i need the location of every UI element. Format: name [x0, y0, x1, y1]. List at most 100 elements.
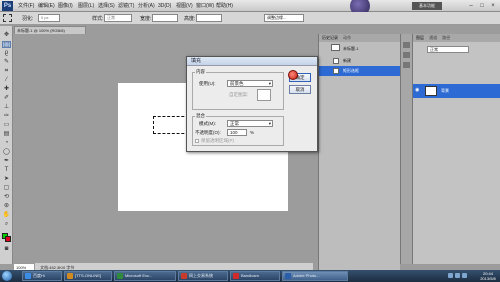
gradient-tool-icon[interactable]: ▤ [2, 131, 11, 138]
history-item[interactable]: 新建 [319, 56, 400, 66]
chevron-down-icon: ▾ [268, 81, 271, 86]
eyedropper-tool-icon[interactable]: ⁄ [2, 77, 11, 84]
height-input[interactable] [196, 14, 222, 22]
taskbar-item[interactable]: 百度Hi [22, 271, 62, 281]
marquee-tool-icon[interactable] [3, 14, 12, 22]
history-panel: 历史记录 动作 未标题-1 新建 矩形选框 [318, 34, 400, 274]
start-button[interactable] [2, 271, 12, 281]
use-label: 使用(U): [199, 81, 216, 86]
history-panel-tabs[interactable]: 历史记录 动作 [319, 34, 400, 42]
minimize-icon[interactable]: – [466, 2, 476, 10]
app-icon [25, 273, 31, 279]
close-icon[interactable]: × [488, 2, 498, 10]
custom-pattern-label: 自定图案: [229, 92, 249, 97]
tab-layers[interactable]: 图层 [416, 35, 424, 40]
rectangle-selection [153, 116, 189, 134]
pen-tool-icon[interactable]: ✒ [2, 158, 11, 165]
opacity-input[interactable]: 100 [227, 129, 247, 136]
menu-select[interactable]: 选择(S) [98, 2, 115, 10]
3d-rotate-tool-icon[interactable]: ⟲ [2, 194, 11, 201]
rect-marquee-tool-icon[interactable]: ⬚ [2, 41, 11, 48]
feather-input[interactable]: 0 px [38, 14, 60, 22]
tab-channels[interactable]: 通道 [429, 35, 437, 40]
taskbar-item[interactable]: [TTS-ONLINE] [64, 271, 112, 281]
use-select[interactable]: 前景色 ▾ [227, 80, 273, 87]
menu-view[interactable]: 视图(V) [176, 2, 193, 10]
history-snapshot[interactable]: 未标题-1 [319, 42, 400, 56]
width-label: 宽度: [140, 16, 152, 22]
lasso-tool-icon[interactable]: ϱ [2, 50, 11, 57]
quick-select-tool-icon[interactable]: ✎ [2, 59, 11, 66]
layer-name: 背景 [441, 88, 449, 93]
network-icon[interactable] [448, 273, 453, 278]
quick-mask-icon[interactable]: ◙ [2, 246, 11, 253]
background-color-swatch[interactable] [5, 236, 11, 242]
menu-image[interactable]: 图像(I) [58, 2, 73, 10]
mode-label: 模式(M): [199, 121, 216, 126]
tab-actions[interactable]: 动作 [343, 35, 351, 40]
zoom-tool-icon[interactable]: ⌕ [2, 221, 11, 228]
swatches-panel-icon[interactable] [403, 52, 410, 58]
taskbar-item[interactable]: 网上交易系统 [178, 271, 228, 281]
tools-panel: ✥ ⬚ ϱ ✎ ⌗ ⁄ ✚ ✐ ⊥ ✑ ▭ ▤ ◔ ◯ ✒ T ➤ ▢ ⟲ ⊛ … [0, 26, 13, 264]
taskbar: 百度Hi [TTS-ONLINE] Microsoft Exc... 网上交易系… [0, 270, 500, 282]
history-brush-tool-icon[interactable]: ✑ [2, 113, 11, 120]
ime-icon[interactable] [462, 273, 467, 278]
fill-dialog: 填充 内容 使用(U): 前景色 ▾ 自定图案: 混合 模式(M): 正常 ▾ … [186, 56, 318, 152]
clone-stamp-tool-icon[interactable]: ⊥ [2, 104, 11, 111]
clock[interactable]: 20:44 2013/5/8 [478, 271, 498, 281]
hand-tool-icon[interactable]: ✋ [2, 212, 11, 219]
move-tool-icon[interactable]: ✥ [2, 32, 11, 39]
layers-panel-tabs[interactable]: 图层 通道 路径 [413, 34, 500, 42]
taskbar-item-active[interactable]: Adobe Photo... [282, 271, 348, 281]
taskbar-item[interactable]: Microsoft Exc... [114, 271, 176, 281]
app-icon [67, 273, 73, 279]
maximize-icon[interactable]: □ [477, 2, 487, 10]
taskbar-item[interactable]: Bandicam [230, 271, 280, 281]
adjustments-panel-icon[interactable] [403, 62, 410, 68]
blend-mode-select[interactable]: 正常 [427, 46, 469, 53]
type-tool-icon[interactable]: T [2, 167, 11, 174]
refine-edge-button[interactable]: 调整边缘... [264, 14, 304, 22]
mode-select[interactable]: 正常 ▾ [227, 120, 273, 127]
path-select-tool-icon[interactable]: ➤ [2, 176, 11, 183]
layer-row[interactable]: ◉ 背景 [413, 84, 500, 98]
healing-brush-tool-icon[interactable]: ✚ [2, 86, 11, 93]
marquee-icon [333, 68, 339, 74]
style-select[interactable]: 正常 [104, 14, 132, 22]
color-panel-icon[interactable] [403, 42, 410, 48]
menu-analysis[interactable]: 分析(A) [138, 2, 155, 10]
pattern-picker[interactable] [257, 89, 271, 101]
options-bar: 羽化: 0 px 样式: 正常 宽度: 高度: 调整边缘... [0, 12, 500, 25]
dialog-title[interactable]: 填充 [187, 57, 317, 66]
use-select-value: 前景色 [230, 81, 244, 86]
brush-tool-icon[interactable]: ✐ [2, 95, 11, 102]
volume-icon[interactable] [455, 273, 460, 278]
cancel-button[interactable]: 取消 [289, 85, 311, 94]
menu-edit[interactable]: 编辑(E) [38, 2, 55, 10]
crop-tool-icon[interactable]: ⌗ [2, 68, 11, 75]
visibility-eye-icon[interactable]: ◉ [415, 87, 422, 94]
history-item-selected[interactable]: 矩形选框 [319, 66, 400, 76]
document-tab[interactable]: 未标题-1 @ 100% (RGB/8) [14, 26, 86, 34]
tab-history[interactable]: 历史记录 [322, 35, 338, 40]
eraser-tool-icon[interactable]: ▭ [2, 122, 11, 129]
tab-paths[interactable]: 路径 [442, 35, 450, 40]
menu-file[interactable]: 文件(F) [18, 2, 34, 10]
history-item-label: 未标题-1 [343, 46, 359, 51]
workspace-switcher[interactable]: 基本功能 [412, 2, 442, 10]
preserve-transparency-checkbox[interactable] [195, 139, 199, 143]
content-group-title: 内容 [195, 69, 206, 75]
3d-orbit-tool-icon[interactable]: ⊛ [2, 203, 11, 210]
feather-label: 羽化: [22, 16, 34, 22]
dodge-tool-icon[interactable]: ◯ [2, 149, 11, 156]
width-input[interactable] [152, 14, 178, 22]
photoshop-logo: Ps [2, 1, 13, 11]
menu-window[interactable]: 窗口(W) [196, 2, 214, 10]
menu-filter[interactable]: 滤镜(T) [118, 2, 134, 10]
menu-help[interactable]: 帮助(H) [216, 2, 233, 10]
blur-tool-icon[interactable]: ◔ [2, 140, 11, 147]
menu-layer[interactable]: 图层(L) [78, 2, 94, 10]
shape-tool-icon[interactable]: ▢ [2, 185, 11, 192]
menu-3d[interactable]: 3D(D) [158, 2, 171, 10]
